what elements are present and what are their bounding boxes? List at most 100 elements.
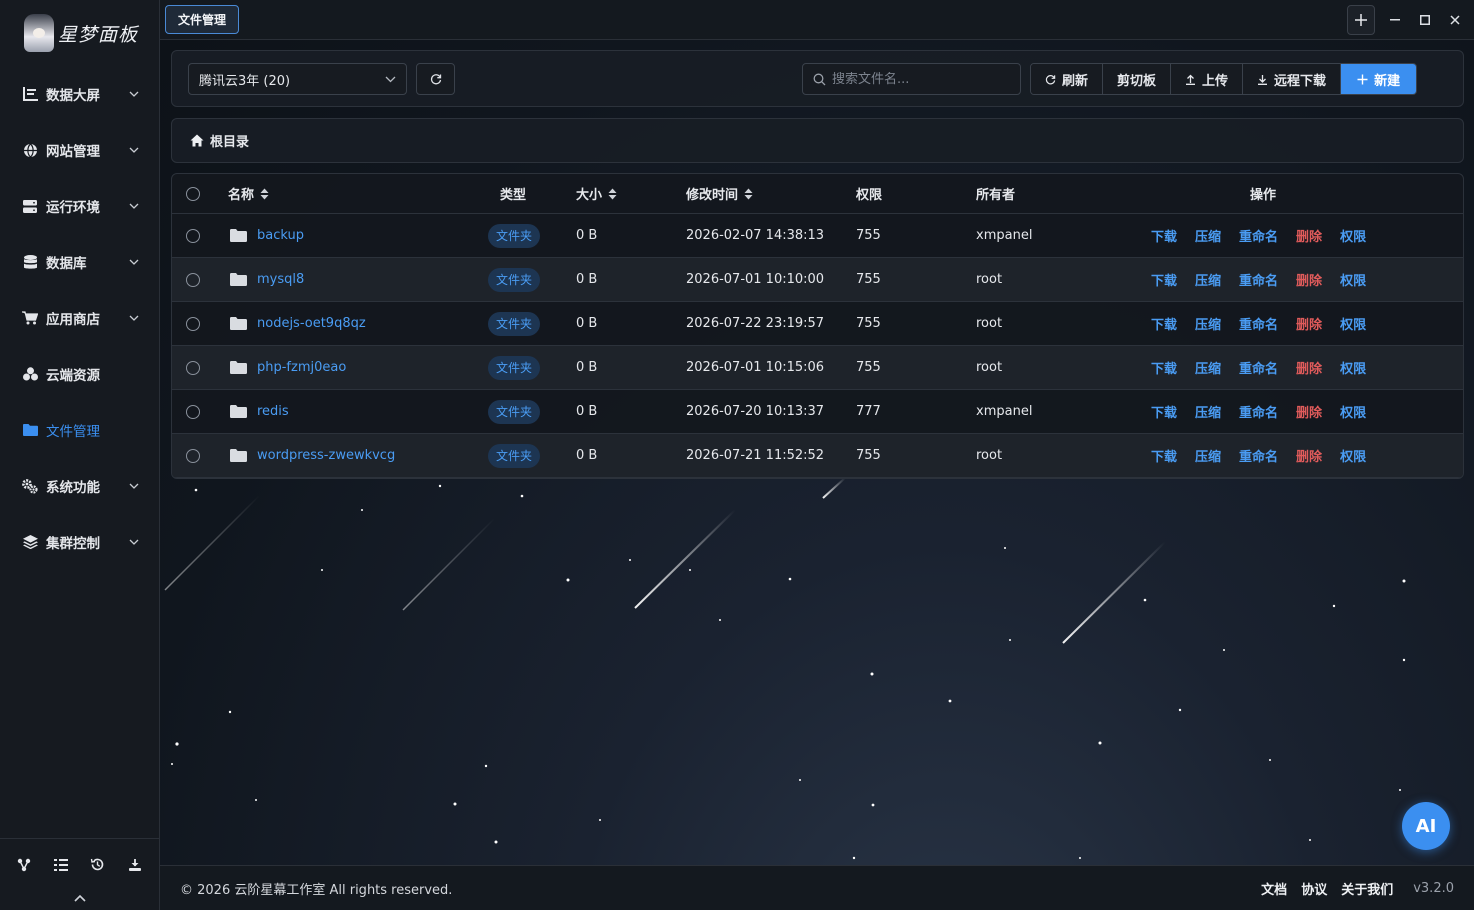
chevron-down-icon (129, 201, 139, 211)
sidebar-item-label: 数据库 (46, 256, 87, 272)
permission-action-link[interactable]: 权限 (1340, 226, 1366, 245)
table-row[interactable]: wordpress-zwewkvcg 文件夹 0 B 2026-07-21 11:52… (172, 434, 1463, 478)
upload-button[interactable]: 上传 (1171, 64, 1244, 94)
permission-action-link[interactable]: 权限 (1340, 314, 1366, 333)
row-select-radio[interactable] (186, 316, 200, 331)
close-button[interactable] (1441, 5, 1469, 35)
footer-links: 文档 协议 关于我们 v3.2.0 (1261, 879, 1454, 898)
file-name-link[interactable]: redis (257, 404, 289, 419)
app-logo[interactable]: 星梦面板 (24, 10, 144, 56)
delete-action-link[interactable]: 删除 (1296, 358, 1322, 377)
rename-action-link[interactable]: 重命名 (1239, 314, 1278, 333)
minimize-button[interactable] (1381, 5, 1409, 35)
add-tab-button[interactable] (1347, 5, 1375, 35)
history-icon[interactable] (90, 857, 106, 873)
table-row[interactable]: nodejs-oet9q8qz 文件夹 0 B 2026-07-22 23:19:57… (172, 302, 1463, 346)
rename-action-link[interactable]: 重命名 (1239, 402, 1278, 421)
rename-action-link[interactable]: 重命名 (1239, 358, 1278, 377)
permission-action-link[interactable]: 权限 (1340, 358, 1366, 377)
file-name-link[interactable]: php-fzmj0eao (257, 360, 346, 375)
download-action-link[interactable]: 下载 (1151, 358, 1177, 377)
search-field[interactable] (802, 63, 1021, 95)
folder-icon (230, 273, 247, 286)
sidebar-item-8[interactable]: 集群控制 (0, 514, 159, 570)
compress-action-link[interactable]: 压缩 (1195, 270, 1221, 289)
maximize-button[interactable] (1411, 5, 1439, 35)
ai-assistant-button[interactable]: AI (1402, 802, 1450, 850)
compress-action-link[interactable]: 压缩 (1195, 446, 1221, 465)
delete-action-link[interactable]: 删除 (1296, 402, 1322, 421)
table-row[interactable]: backup 文件夹 0 B 2026-02-07 14:38:13 755 xmpane… (172, 214, 1463, 258)
row-select-radio[interactable] (186, 404, 200, 419)
row-select-radio[interactable] (186, 360, 200, 375)
compress-action-link[interactable]: 压缩 (1195, 402, 1221, 421)
header-mtime[interactable]: 修改时间 (686, 174, 753, 213)
sidebar-item-2[interactable]: 运行环境 (0, 178, 159, 234)
server-select[interactable]: 腾讯云3年 (20) (188, 63, 407, 95)
compress-action-link[interactable]: 压缩 (1195, 226, 1221, 245)
file-name-link[interactable]: mysql8 (257, 272, 304, 287)
download-action-link[interactable]: 下载 (1151, 270, 1177, 289)
sidebar-item-1[interactable]: 网站管理 (0, 122, 159, 178)
download-action-link[interactable]: 下载 (1151, 314, 1177, 333)
file-name-link[interactable]: backup (257, 228, 304, 243)
sidebar-item-0[interactable]: 数据大屏 (0, 66, 159, 122)
share-icon[interactable] (16, 857, 32, 873)
download-action-link[interactable]: 下载 (1151, 446, 1177, 465)
file-size: 0 B (576, 360, 598, 375)
header-perm: 权限 (856, 188, 883, 203)
download-action-link[interactable]: 下载 (1151, 402, 1177, 421)
header-name[interactable]: 名称 (228, 174, 269, 213)
compress-action-link[interactable]: 压缩 (1195, 314, 1221, 333)
file-name-link[interactable]: nodejs-oet9q8qz (257, 316, 366, 331)
list-icon[interactable] (53, 857, 69, 873)
sidebar-item-4[interactable]: 应用商店 (0, 290, 159, 346)
reload-server-button[interactable] (416, 63, 455, 95)
select-all-radio[interactable] (186, 186, 200, 201)
search-input[interactable] (832, 71, 1002, 87)
delete-action-link[interactable]: 删除 (1296, 226, 1322, 245)
row-actions: 下载 压缩 重命名 删除 权限 (1151, 390, 1384, 433)
download-icon[interactable] (127, 857, 143, 873)
docs-link[interactable]: 文档 (1261, 879, 1287, 898)
delete-action-link[interactable]: 删除 (1296, 314, 1322, 333)
sidebar-item-7[interactable]: 系统功能 (0, 458, 159, 514)
row-actions: 下载 压缩 重命名 删除 权限 (1151, 214, 1384, 257)
sidebar-item-3[interactable]: 数据库 (0, 234, 159, 290)
rename-action-link[interactable]: 重命名 (1239, 446, 1278, 465)
header-owner: 所有者 (976, 188, 1016, 203)
file-name-link[interactable]: wordpress-zwewkvcg (257, 448, 395, 463)
breadcrumb-root[interactable]: 根目录 (210, 131, 249, 150)
table-row[interactable]: mysql8 文件夹 0 B 2026-07-01 10:10:00 755 root 下载… (172, 258, 1463, 302)
download-action-link[interactable]: 下载 (1151, 226, 1177, 245)
agreement-link[interactable]: 协议 (1301, 879, 1327, 898)
row-actions: 下载 压缩 重命名 删除 权限 (1151, 434, 1384, 477)
permission-action-link[interactable]: 权限 (1340, 270, 1366, 289)
table-row[interactable]: php-fzmj0eao 文件夹 0 B 2026-07-01 10:15:06 755… (172, 346, 1463, 390)
row-select-radio[interactable] (186, 448, 200, 463)
permission-action-link[interactable]: 权限 (1340, 402, 1366, 421)
dashboard-icon (22, 86, 38, 102)
remote-download-button[interactable]: 远程下载 (1243, 64, 1342, 94)
delete-action-link[interactable]: 删除 (1296, 270, 1322, 289)
clipboard-button[interactable]: 剪切板 (1103, 64, 1172, 94)
compress-action-link[interactable]: 压缩 (1195, 358, 1221, 377)
new-button[interactable]: 新建 (1341, 64, 1417, 94)
header-size[interactable]: 大小 (576, 174, 617, 213)
row-select-radio[interactable] (186, 272, 200, 287)
folder-icon (230, 405, 247, 418)
permission-action-link[interactable]: 权限 (1340, 446, 1366, 465)
file-owner: root (976, 316, 1003, 331)
tab-file-manager[interactable]: 文件管理 (165, 5, 240, 34)
delete-action-link[interactable]: 删除 (1296, 446, 1322, 465)
refresh-button[interactable]: 刷新 (1031, 64, 1104, 94)
row-select-radio[interactable] (186, 228, 200, 243)
sidebar-item-5[interactable]: 云端资源 (0, 346, 159, 402)
table-row[interactable]: redis 文件夹 0 B 2026-07-20 10:13:37 777 xmpanel… (172, 390, 1463, 434)
chevron-up-icon[interactable] (72, 890, 88, 906)
about-link[interactable]: 关于我们 (1341, 879, 1393, 898)
rename-action-link[interactable]: 重命名 (1239, 226, 1278, 245)
rename-action-link[interactable]: 重命名 (1239, 270, 1278, 289)
sidebar-item-6[interactable]: 文件管理 (0, 402, 159, 458)
header-type: 类型 (500, 188, 527, 203)
